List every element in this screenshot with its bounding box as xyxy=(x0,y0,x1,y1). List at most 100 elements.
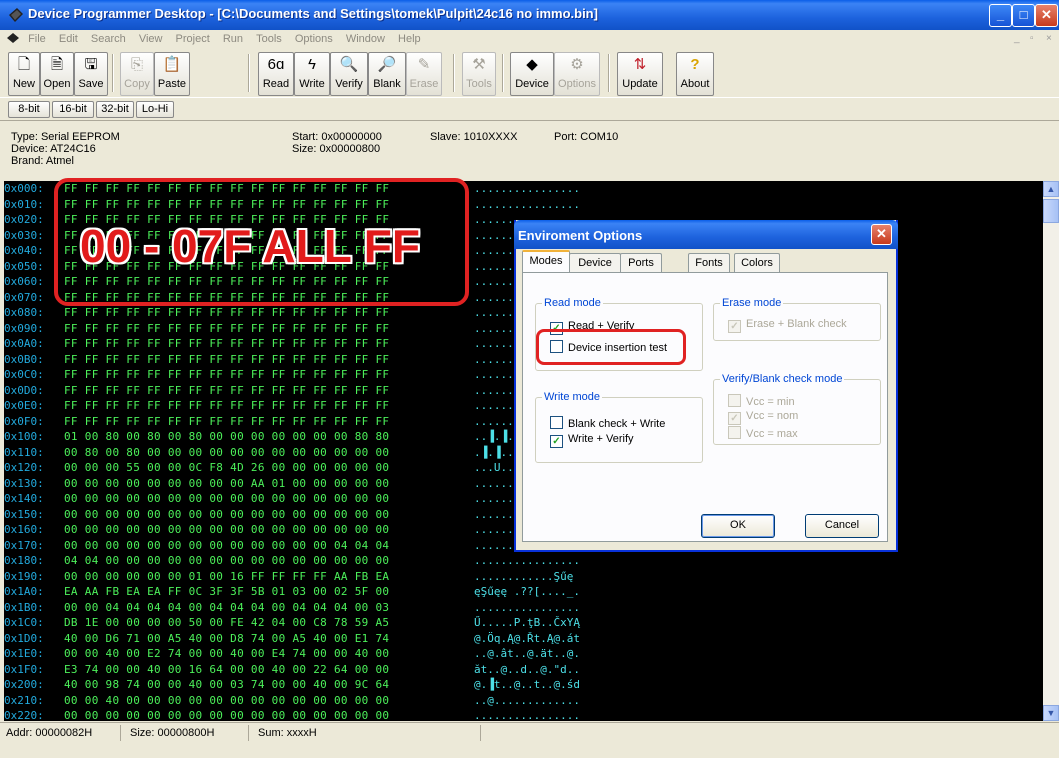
read-button[interactable]: 6ɑ Read xyxy=(258,52,294,96)
hex-row-address: 0x080: xyxy=(4,306,44,319)
new-button[interactable]: 🗋 New xyxy=(8,52,40,96)
menu-search[interactable]: Search xyxy=(86,30,131,48)
hex-row-bytes[interactable]: 00 00 04 04 04 04 00 04 04 04 00 04 04 0… xyxy=(64,601,389,614)
hex-row-bytes[interactable]: E3 74 00 00 40 00 16 64 00 00 40 00 22 6… xyxy=(64,663,389,676)
mdi-minimize-icon[interactable]: _ xyxy=(1014,33,1020,44)
cancel-button[interactable]: Cancel xyxy=(805,514,879,538)
hex-row-bytes[interactable]: 00 00 40 00 E2 74 00 00 40 00 E4 74 00 0… xyxy=(64,648,389,660)
hex-row-ascii[interactable]: ............Şűę xyxy=(474,570,573,583)
device-size: Size: 0x00000800 xyxy=(292,143,381,155)
32-bit-button[interactable]: 32-bit xyxy=(96,101,134,118)
menu-project[interactable]: Project xyxy=(171,30,215,48)
hex-row-bytes[interactable]: 00 00 00 55 00 00 0C F8 4D 26 00 00 00 0… xyxy=(64,462,389,474)
hex-row-ascii[interactable]: ................ xyxy=(474,710,580,722)
app-icon xyxy=(8,7,24,23)
8-bit-button[interactable]: 8-bit xyxy=(8,101,50,118)
options-button[interactable]: ⚙ Options xyxy=(554,52,600,96)
hex-row-ascii[interactable]: ................ xyxy=(474,601,580,614)
menu-help[interactable]: Help xyxy=(393,30,426,48)
vcc-max-checkbox[interactable]: Vcc = max xyxy=(728,426,798,440)
mdi-close-icon[interactable]: × xyxy=(1046,33,1052,44)
tab-modes[interactable]: Modes xyxy=(522,250,570,274)
hex-row-address: 0x010: xyxy=(4,197,44,211)
hex-row-ascii[interactable]: ................ xyxy=(474,555,580,567)
tab-ports[interactable]: Ports xyxy=(620,253,662,272)
hex-row-bytes[interactable]: 40 00 D6 71 00 A5 40 00 D8 74 00 A5 40 0… xyxy=(64,632,389,645)
close-button[interactable]: ✕ xyxy=(1035,4,1058,27)
blank-button[interactable]: 🔎 Blank xyxy=(368,52,406,96)
verify-button[interactable]: 🔍 Verify xyxy=(330,52,368,96)
hex-row-ascii[interactable]: ................ xyxy=(474,198,580,211)
write-verify-checkbox[interactable]: ✓ Write + Verify xyxy=(550,433,634,448)
hex-row-ascii[interactable]: ................ xyxy=(474,183,580,195)
vertical-scrollbar[interactable]: ▲ ▼ xyxy=(1043,181,1059,721)
erase-blank-check-checkbox[interactable]: ✓ Erase + Blank check xyxy=(728,318,847,333)
title-bar[interactable]: Device Programmer Desktop - [C:\Document… xyxy=(0,0,1059,30)
menu-file[interactable]: File xyxy=(23,30,51,48)
hex-row-bytes[interactable]: DB 1E 00 00 00 00 50 00 FE 42 04 00 C8 7… xyxy=(64,617,389,629)
16-bit-button[interactable]: 16-bit xyxy=(52,101,94,118)
hex-row-bytes[interactable]: FF FF FF FF FF FF FF FF FF FF FF FF FF F… xyxy=(64,384,389,397)
vcc-nom-checkbox[interactable]: ✓ Vcc = nom xyxy=(728,410,798,425)
hex-row-ascii[interactable]: ăt..@..d..@."d.. xyxy=(474,663,580,676)
tab-colors[interactable]: Colors xyxy=(734,253,780,272)
hex-row-bytes[interactable]: FF FF FF FF FF FF FF FF FF FF FF FF FF F… xyxy=(64,307,389,319)
scroll-thumb[interactable] xyxy=(1043,199,1059,223)
hex-row-bytes[interactable]: 00 00 00 00 00 00 00 00 00 00 00 00 00 0… xyxy=(64,493,389,505)
hex-row-ascii[interactable]: Ű.....P.ţB..ČxYĄ xyxy=(474,617,580,629)
write-button[interactable]: ϟ Write xyxy=(294,52,330,96)
menu-run[interactable]: Run xyxy=(218,30,248,48)
maximize-button[interactable]: □ xyxy=(1012,4,1035,27)
hex-row-bytes[interactable]: FF FF FF FF FF FF FF FF FF FF FF FF FF F… xyxy=(64,322,389,335)
hex-row-bytes[interactable]: EA AA FB EA EA FF 0C 3F 3F 5B 01 03 00 0… xyxy=(64,586,389,598)
hex-row-ascii[interactable]: ..@.ât..@.ät..@. xyxy=(474,648,580,660)
hex-row-bytes[interactable]: FF FF FF FF FF FF FF FF FF FF FF FF FF F… xyxy=(64,400,389,412)
hex-row-bytes[interactable]: FF FF FF FF FF FF FF FF FF FF FF FF FF F… xyxy=(64,369,389,381)
scroll-up-icon[interactable]: ▲ xyxy=(1043,181,1059,197)
hex-row-bytes[interactable]: FF FF FF FF FF FF FF FF FF FF FF FF FF F… xyxy=(64,415,389,428)
hex-row-ascii[interactable]: @.▐t..@..t..@.śd xyxy=(474,679,580,691)
lo-hi-button[interactable]: Lo-Hi xyxy=(136,101,174,118)
hex-row-bytes[interactable]: 00 00 00 00 00 00 00 00 00 00 00 00 00 0… xyxy=(64,710,389,722)
hex-row-bytes[interactable]: 00 00 00 00 00 00 00 00 00 AA 01 00 00 0… xyxy=(64,477,389,490)
hex-row-bytes[interactable]: 00 00 00 00 00 00 00 00 00 00 00 00 00 0… xyxy=(64,508,389,521)
hex-row-bytes[interactable]: 00 00 00 00 00 00 00 00 00 00 00 00 00 0… xyxy=(64,524,389,536)
device-button[interactable]: ◆ Device xyxy=(510,52,554,96)
paste-button[interactable]: 📋 Paste xyxy=(154,52,190,96)
tab-device[interactable]: Device xyxy=(569,253,621,272)
menu-tools[interactable]: Tools xyxy=(251,30,287,48)
menu-window[interactable]: Window xyxy=(341,30,390,48)
hex-row-ascii[interactable]: ..@............. xyxy=(474,694,580,707)
hex-row-bytes[interactable]: 40 00 98 74 00 00 40 00 03 74 00 00 40 0… xyxy=(64,679,389,691)
hex-row-ascii[interactable]: ęŞűęę .??[...._. xyxy=(474,586,580,598)
hex-row-bytes[interactable]: FF FF FF FF FF FF FF FF FF FF FF FF FF F… xyxy=(64,353,389,366)
copy-button[interactable]: ⎘ Copy xyxy=(120,52,154,96)
minimize-button[interactable]: _ xyxy=(989,4,1012,27)
menu-options[interactable]: Options xyxy=(290,30,338,48)
hex-row-bytes[interactable]: FF FF FF FF FF FF FF FF FF FF FF FF FF F… xyxy=(64,338,389,350)
about-button[interactable]: ? About xyxy=(676,52,714,96)
hex-row-bytes[interactable]: 04 04 00 00 00 00 00 00 00 00 00 00 00 0… xyxy=(64,555,389,567)
save-button[interactable]: 🖫 Save xyxy=(74,52,108,96)
hex-row-ascii[interactable]: @.Öq.Ą@.Řt.Ą@.át xyxy=(474,632,580,645)
tab-fonts[interactable]: Fonts xyxy=(688,253,730,272)
verify-magnifier-icon: 🔍 xyxy=(339,56,359,73)
hex-row-bytes[interactable]: 00 00 40 00 00 00 00 00 00 00 00 00 00 0… xyxy=(64,694,389,707)
update-button[interactable]: ⇅ Update xyxy=(617,52,663,96)
hex-row-bytes[interactable]: 00 00 00 00 00 00 01 00 16 FF FF FF FF A… xyxy=(64,570,389,583)
vcc-min-checkbox[interactable]: Vcc = min xyxy=(728,394,795,408)
hex-row-bytes[interactable]: 01 00 80 00 80 00 80 00 00 00 00 00 00 0… xyxy=(64,431,389,443)
menu-edit[interactable]: Edit xyxy=(54,30,83,48)
scroll-down-icon[interactable]: ▼ xyxy=(1043,705,1059,721)
hex-row-bytes[interactable]: 00 00 00 00 00 00 00 00 00 00 00 00 00 0… xyxy=(64,539,389,552)
dialog-title-bar[interactable]: Enviroment Options ✕ xyxy=(514,220,898,249)
hex-row-bytes[interactable]: 00 80 00 80 00 00 00 00 00 00 00 00 00 0… xyxy=(64,446,389,459)
erase-button[interactable]: ✎ Erase xyxy=(406,52,442,96)
dialog-close-button[interactable]: ✕ xyxy=(871,224,892,245)
ok-button[interactable]: OK xyxy=(701,514,775,538)
blank-check-write-checkbox[interactable]: Blank check + Write xyxy=(550,416,665,430)
tools-button[interactable]: ⚒ Tools xyxy=(462,52,496,96)
open-button[interactable]: 🗎 Open xyxy=(40,52,74,96)
mdi-restore-icon[interactable]: ▫ xyxy=(1030,33,1034,44)
menu-view[interactable]: View xyxy=(134,30,168,48)
